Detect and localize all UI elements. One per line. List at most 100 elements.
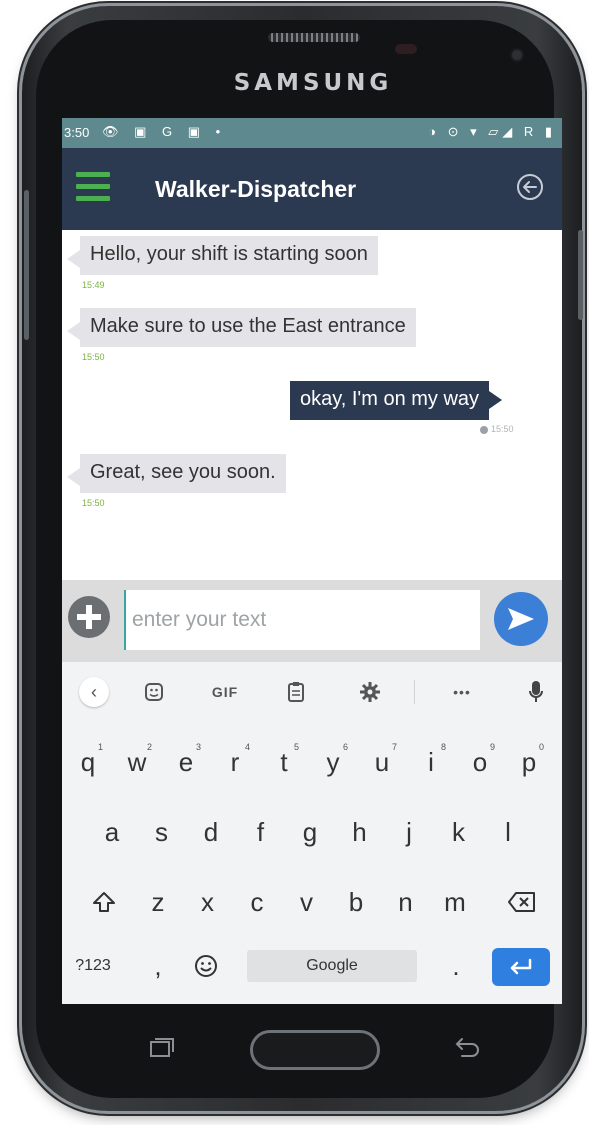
back-icon [455, 1038, 479, 1057]
key-h[interactable]: h [340, 804, 380, 860]
key-q[interactable]: q1 [68, 734, 108, 790]
backspace-key[interactable] [502, 874, 542, 930]
key-a[interactable]: a [92, 804, 132, 860]
key-label: r [230, 746, 240, 777]
page-title: Walker-Dispatcher [155, 176, 357, 202]
message-input[interactable] [124, 590, 480, 650]
key-hint-number: 2 [146, 742, 152, 752]
sticker-button[interactable] [134, 662, 174, 722]
key-z[interactable]: z [138, 874, 178, 930]
key-t[interactable]: t5 [264, 734, 304, 790]
key-d[interactable]: d [191, 804, 231, 860]
voice-input-button[interactable] [518, 662, 554, 722]
proximity-sensor [395, 44, 417, 54]
settings-button[interactable] [350, 662, 390, 722]
key-u[interactable]: u7 [362, 734, 402, 790]
key-k[interactable]: k [439, 804, 479, 860]
key-hint-number: 7 [391, 742, 397, 752]
key-o[interactable]: o9 [460, 734, 500, 790]
power-button [578, 230, 583, 320]
message-timestamp: 15:50 [82, 498, 105, 508]
message-bubble-incoming: Make sure to use the East entrance [67, 308, 416, 347]
key-l[interactable]: l [488, 804, 528, 860]
shift-key[interactable] [84, 874, 124, 930]
keyboard-collapse-button[interactable]: ‹ [74, 662, 114, 722]
recent-apps-icon [150, 1038, 174, 1057]
key-label: w [127, 746, 147, 777]
back-arrow-icon[interactable] [516, 173, 544, 201]
key-r[interactable]: r4 [215, 734, 255, 790]
key-b[interactable]: b [336, 874, 376, 930]
status-bar: 3:50 👁 ▣ G ▣ • ◑ ⊙ ▾ ▱◢ R ▮ [62, 118, 562, 148]
comma-key[interactable]: , [138, 938, 178, 994]
key-x[interactable]: x [188, 874, 228, 930]
key-s[interactable]: s [142, 804, 182, 860]
key-i[interactable]: i8 [411, 734, 451, 790]
delivered-check-icon [480, 425, 488, 434]
sticker-icon [145, 683, 163, 701]
key-m[interactable]: m [435, 874, 475, 930]
earpiece-speaker [268, 33, 360, 42]
more-options-button[interactable]: ••• [440, 662, 484, 722]
message-bubble-incoming: Hello, your shift is starting soon [67, 236, 378, 275]
enter-key[interactable] [492, 948, 550, 986]
enter-arrow-icon [510, 958, 532, 975]
key-label: u [374, 746, 390, 777]
key-hint-number: 1 [97, 742, 103, 752]
key-hint-number: 5 [293, 742, 299, 752]
key-hint-number: 6 [342, 742, 348, 752]
key-c[interactable]: c [237, 874, 277, 930]
key-label: o [472, 746, 488, 777]
key-e[interactable]: e3 [166, 734, 206, 790]
key-n[interactable]: n [386, 874, 426, 930]
symbols-key[interactable]: ?123 [68, 938, 118, 994]
key-w[interactable]: w2 [117, 734, 157, 790]
key-hint-number: 3 [195, 742, 201, 752]
message-timestamp: 15:50 [480, 424, 514, 434]
emoji-key[interactable] [186, 938, 226, 994]
key-label: e [178, 746, 194, 777]
gif-button[interactable]: GIF [202, 662, 248, 722]
notification-icons: 👁 ▣ G ▣ • [102, 124, 227, 139]
send-button[interactable] [494, 592, 548, 646]
space-key[interactable]: Google [247, 950, 417, 982]
menu-icon[interactable] [76, 172, 110, 202]
emoji-icon [195, 955, 217, 977]
key-label: q [80, 746, 96, 777]
volume-button [24, 190, 29, 340]
chevron-left-icon: ‹ [79, 677, 109, 707]
message-bubble-incoming: Great, see you soon. [67, 454, 286, 493]
key-g[interactable]: g [290, 804, 330, 860]
key-f[interactable]: f [241, 804, 281, 860]
key-label: i [428, 746, 434, 777]
clipboard-button[interactable] [276, 662, 316, 722]
key-j[interactable]: j [389, 804, 429, 860]
key-y[interactable]: y6 [313, 734, 353, 790]
on-screen-keyboard: q1w2e3r4t5y6u7i8o9p0 asdfghjkl zxcvbnm ?… [62, 722, 562, 1004]
back-button[interactable] [452, 1036, 482, 1060]
gear-icon [360, 682, 380, 702]
send-icon [508, 608, 534, 630]
message-list: Hello, your shift is starting soon 15:49… [62, 230, 562, 580]
keyboard-toolbar: ‹ GIF ••• [62, 662, 562, 722]
app-bar: Walker-Dispatcher [62, 148, 562, 230]
toolbar-divider [414, 680, 415, 704]
period-key[interactable]: . [436, 938, 476, 994]
shift-icon [93, 892, 115, 912]
recent-apps-button[interactable] [145, 1036, 175, 1060]
clipboard-icon [288, 682, 304, 702]
key-label: y [326, 746, 340, 777]
microphone-icon [529, 681, 543, 702]
message-timestamp: 15:49 [82, 280, 105, 290]
key-label: p [521, 746, 537, 777]
home-button[interactable] [250, 1030, 380, 1070]
key-hint-number: 4 [244, 742, 250, 752]
add-attachment-icon[interactable] [68, 596, 110, 638]
backspace-icon [508, 892, 535, 912]
status-time: 3:50 [64, 125, 90, 140]
phone-screen: 3:50 👁 ▣ G ▣ • ◑ ⊙ ▾ ▱◢ R ▮ Walker-Dispa… [62, 118, 562, 1004]
key-v[interactable]: v [287, 874, 327, 930]
key-p[interactable]: p0 [509, 734, 549, 790]
key-label: t [280, 746, 288, 777]
message-bubble-outgoing: okay, I'm on my way [290, 381, 503, 420]
